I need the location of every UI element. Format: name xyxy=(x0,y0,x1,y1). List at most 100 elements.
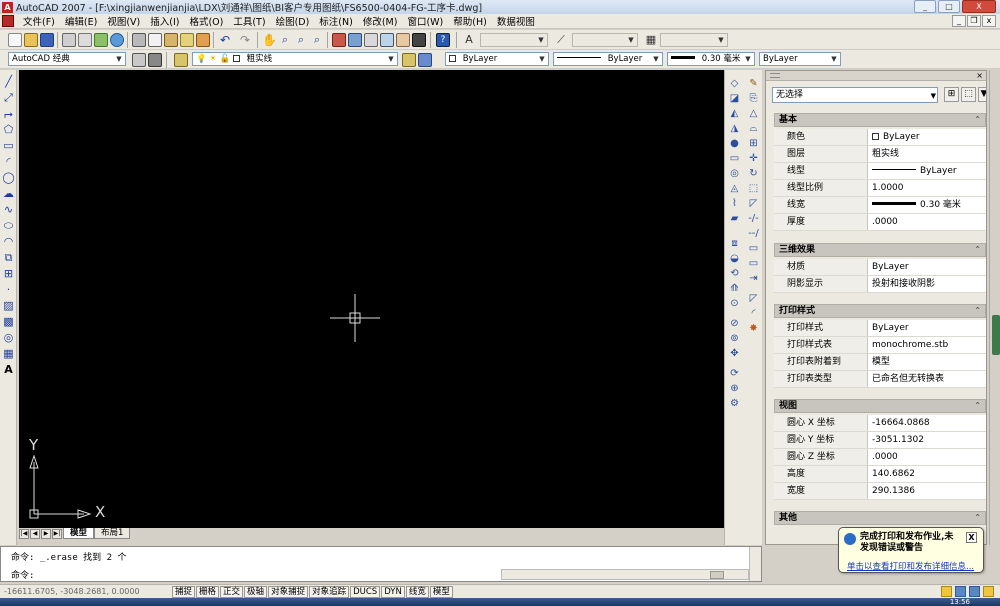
paste-icon[interactable] xyxy=(164,33,178,47)
coordinate-readout[interactable]: -16611.6705, -3048.2681, 0.0000 xyxy=(0,587,172,596)
document-icon[interactable] xyxy=(2,15,14,27)
my-workspace-icon[interactable] xyxy=(148,53,162,67)
ellipse-arc-icon[interactable]: ◠ xyxy=(2,235,15,248)
linetype-dropdown[interactable]: ByLayer ▼ xyxy=(553,52,663,66)
copy-icon[interactable] xyxy=(148,33,162,47)
balloon-details-link[interactable]: 单击以查看打印和发布详细信息... xyxy=(847,560,974,572)
next-tab-button[interactable]: ▶ xyxy=(41,528,51,539)
explode-icon[interactable]: ✸ xyxy=(747,322,760,335)
print-preview-icon[interactable] xyxy=(78,33,92,47)
undo-icon[interactable]: ↶ xyxy=(218,33,232,47)
dyn-toggle[interactable]: DYN xyxy=(381,585,405,598)
quick-select-icon[interactable]: ▼ xyxy=(978,87,986,102)
gradient-icon[interactable]: ▩ xyxy=(2,315,15,328)
join-icon[interactable]: ⇥ xyxy=(747,272,760,285)
sweep-icon[interactable]: ◒ xyxy=(728,252,741,265)
balloon-close-button[interactable]: X xyxy=(966,532,977,543)
table-style-dropdown[interactable]: ▼ xyxy=(660,33,728,47)
planar-surface-icon[interactable]: ⌇ xyxy=(728,197,741,210)
menu-file[interactable]: 文件(F) xyxy=(18,14,60,28)
make-object-layer-current-icon[interactable] xyxy=(402,53,416,67)
cut-icon[interactable] xyxy=(132,33,146,47)
extrude-icon[interactable]: ▰ xyxy=(728,212,741,225)
first-tab-button[interactable]: |◀ xyxy=(19,528,29,539)
doc-minimize-button[interactable]: _ xyxy=(952,15,966,27)
construction-line-icon[interactable]: ⤢ xyxy=(2,91,15,104)
prop-row-linetype[interactable]: 线型 ByLayer xyxy=(774,163,986,180)
selection-dropdown[interactable]: 无选择 ▼ xyxy=(772,87,938,103)
design-center-icon[interactable] xyxy=(348,33,362,47)
tab-model[interactable]: 模型 xyxy=(63,528,95,539)
collapse-icon[interactable]: ⌃ xyxy=(974,244,981,256)
layer-dropdown[interactable]: 💡 ☀ 🔓 粗实线 ▼ xyxy=(192,52,398,66)
box-icon[interactable]: ◇ xyxy=(728,77,741,90)
table-icon[interactable]: ▦ xyxy=(2,347,15,360)
plot-complete-icon[interactable] xyxy=(941,586,952,597)
hatch-icon[interactable]: ▨ xyxy=(2,299,15,312)
layer-manager-icon[interactable] xyxy=(174,53,188,67)
wedge-icon[interactable]: ◪ xyxy=(728,92,741,105)
prop-row-linetype-scale[interactable]: 线型比例 1.0000 xyxy=(774,180,986,197)
workspace-settings-icon[interactable] xyxy=(132,53,146,67)
prop-row-thickness[interactable]: 厚度 .0000 xyxy=(774,214,986,231)
collapse-icon[interactable]: ⌃ xyxy=(974,512,981,524)
plot-notification-balloon[interactable]: 完成打印和发布作业,未发现错误或警告 X 单击以查看打印和发布详细信息... xyxy=(838,527,984,573)
otrack-toggle[interactable]: 对象追踪 xyxy=(309,585,350,598)
pyramid-icon[interactable]: ◎ xyxy=(728,167,741,180)
menu-format[interactable]: 格式(O) xyxy=(184,14,228,28)
tab-layout1[interactable]: 布局1 xyxy=(94,528,131,539)
menu-edit[interactable]: 编辑(E) xyxy=(60,14,102,28)
collapse-icon[interactable]: ⌃ xyxy=(974,305,981,317)
union-icon[interactable]: ⊙ xyxy=(728,297,741,310)
collapse-icon[interactable]: ⌃ xyxy=(974,114,981,126)
zoom-previous-icon[interactable]: ⌕ xyxy=(310,33,324,47)
lineweight-toggle[interactable]: 线宽 xyxy=(405,585,429,598)
section-plot-style[interactable]: 打印样式 ⌃ xyxy=(774,304,986,318)
open-icon[interactable] xyxy=(24,33,38,47)
menu-window[interactable]: 窗口(W) xyxy=(402,14,448,28)
grid-toggle[interactable]: 栅格 xyxy=(196,585,220,598)
doc-restore-button[interactable]: ❐ xyxy=(967,15,981,27)
menu-insert[interactable]: 插入(I) xyxy=(145,14,184,28)
insert-block-icon[interactable]: ⧉ xyxy=(2,251,15,264)
revolve-icon[interactable]: ⟲ xyxy=(728,267,741,280)
select-objects-icon[interactable]: ⬚ xyxy=(961,87,976,102)
calculator-icon[interactable] xyxy=(412,33,426,47)
menu-dataview[interactable]: 数据视图 xyxy=(492,14,540,28)
model-toggle[interactable]: 模型 xyxy=(429,585,453,598)
snap-toggle[interactable]: 捕捉 xyxy=(172,585,196,598)
menu-modify[interactable]: 修改(M) xyxy=(358,14,403,28)
3d-rotate-icon[interactable]: ⟳ xyxy=(728,367,741,380)
workspace-dropdown[interactable]: AutoCAD 经典 ▼ xyxy=(8,52,126,66)
multiline-text-icon[interactable]: A xyxy=(2,363,15,376)
prop-row-center-z[interactable]: 圆心 Z 坐标 .0000 xyxy=(774,449,986,466)
menu-help[interactable]: 帮助(H) xyxy=(448,14,492,28)
line-icon[interactable]: ╱ xyxy=(2,75,15,88)
scroll-thumb[interactable] xyxy=(710,571,724,579)
menu-view[interactable]: 视图(V) xyxy=(102,14,145,28)
prop-row-plot-style[interactable]: 打印样式 ByLayer xyxy=(774,320,986,337)
move-icon[interactable]: ✛ xyxy=(747,152,760,165)
section-misc[interactable]: 其他 ⌃ xyxy=(774,511,986,525)
break-icon[interactable]: ▭ xyxy=(747,257,760,270)
properties-icon[interactable] xyxy=(332,33,346,47)
ortho-toggle[interactable]: 正交 xyxy=(220,585,244,598)
osnap-toggle[interactable]: 对象捕捉 xyxy=(268,585,309,598)
polar-toggle[interactable]: 极轴 xyxy=(244,585,268,598)
arc-icon[interactable]: ◜ xyxy=(2,155,15,168)
3d-dwf-icon[interactable] xyxy=(110,33,124,47)
prop-row-center-x[interactable]: 圆心 X 坐标 -16664.0868 xyxy=(774,415,986,432)
rectangle-icon[interactable]: ▭ xyxy=(2,139,15,152)
menu-tools[interactable]: 工具(T) xyxy=(228,14,270,28)
prop-row-material[interactable]: 材质 ByLayer xyxy=(774,259,986,276)
command-hscrollbar[interactable] xyxy=(501,569,749,580)
revision-cloud-icon[interactable]: ☁ xyxy=(2,187,15,200)
prop-row-height[interactable]: 高度 140.6862 xyxy=(774,466,986,483)
erase-icon[interactable]: ✎ xyxy=(747,77,760,90)
fillet-icon[interactable]: ◜ xyxy=(747,307,760,320)
array-icon[interactable]: ⊞ xyxy=(747,137,760,150)
grip-handle[interactable] xyxy=(770,73,780,78)
markup-icon[interactable] xyxy=(396,33,410,47)
redo-icon[interactable]: ↷ xyxy=(238,33,252,47)
prop-row-color[interactable]: 颜色 ByLayer xyxy=(774,129,986,146)
